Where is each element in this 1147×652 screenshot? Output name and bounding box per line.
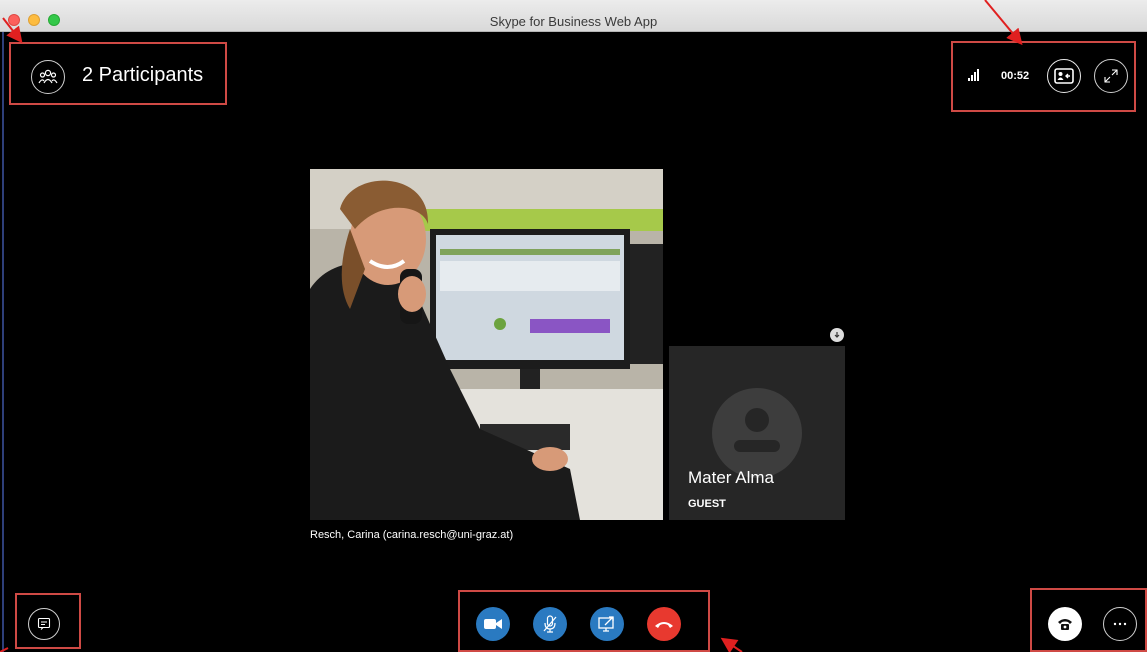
annotation-arrow-controls <box>720 637 743 652</box>
annotation-arrow-chat <box>0 647 9 652</box>
annotation-arrow-participants <box>2 17 23 44</box>
annotation-arrow-status <box>984 0 1023 46</box>
app-window: Skype for Business Web App 2 Participant… <box>0 0 1147 652</box>
annotation-arrows <box>0 0 1023 652</box>
